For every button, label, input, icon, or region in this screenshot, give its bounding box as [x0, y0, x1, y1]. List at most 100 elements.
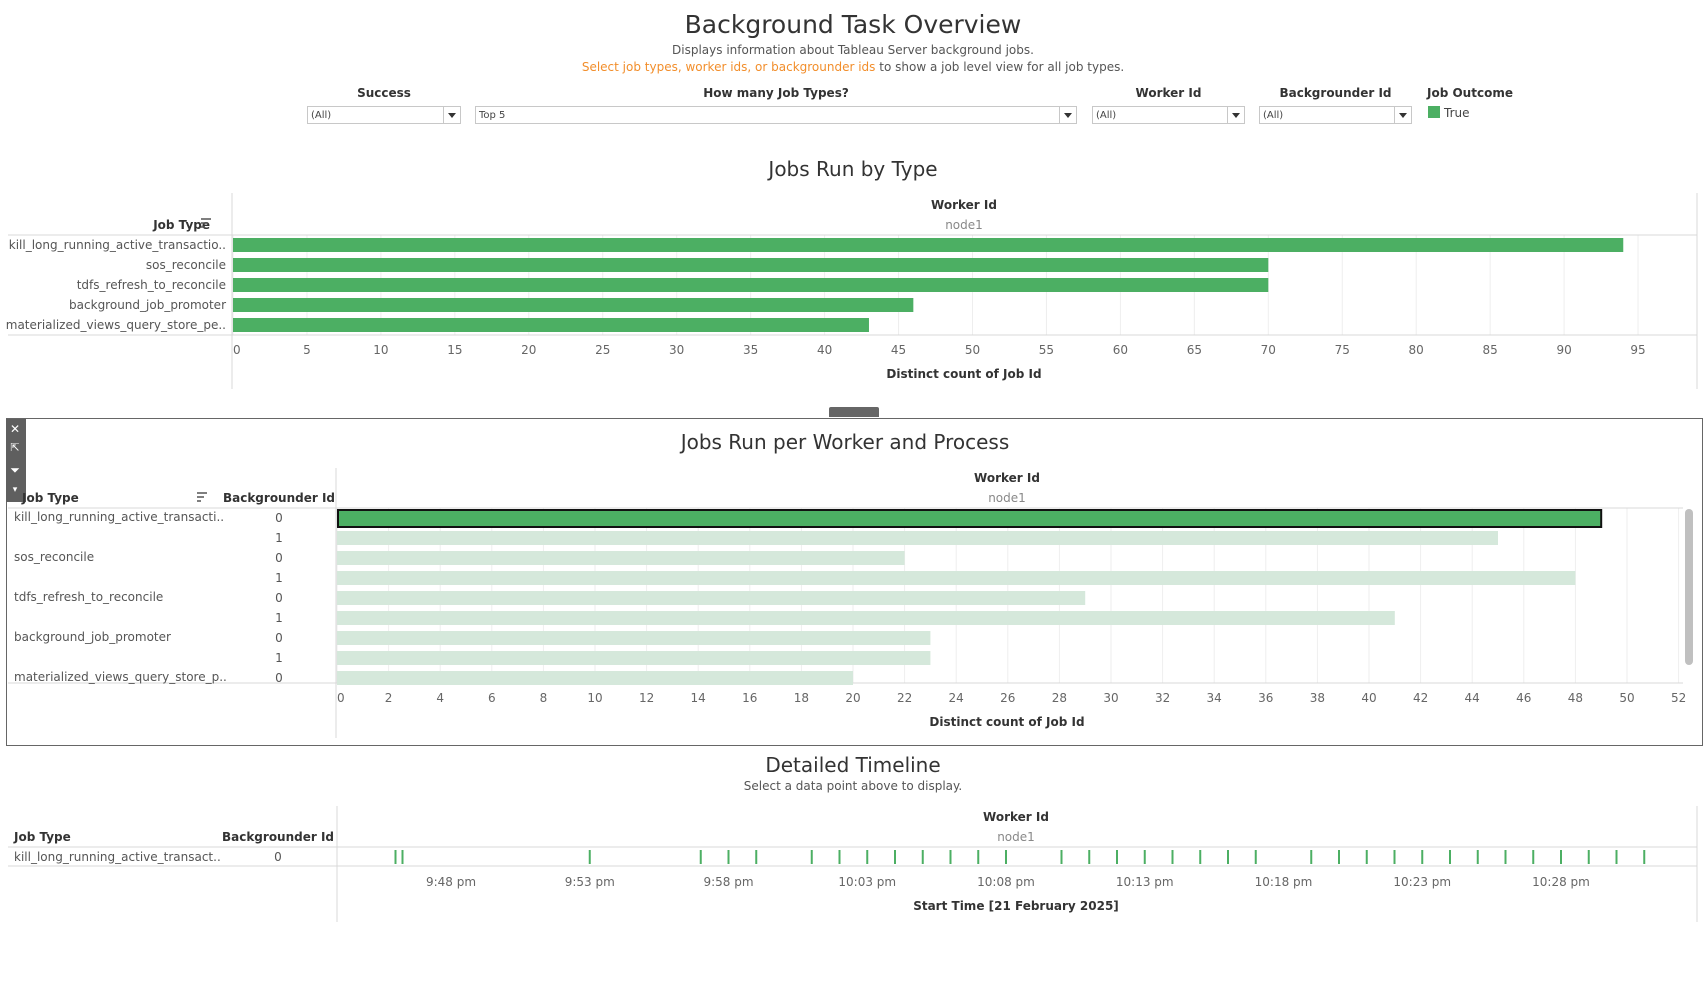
filter-worker-label: Worker Id [1135, 86, 1202, 100]
tick-label: 10:03 pm [838, 875, 896, 889]
tick-label: 10:28 pm [1532, 875, 1590, 889]
tick-label: 40 [1361, 691, 1376, 705]
bar [233, 298, 914, 312]
tick-label: 20 [845, 691, 860, 705]
bar [337, 651, 931, 665]
tick-label: 22 [897, 691, 912, 705]
row-label: tdfs_refresh_to_reconcile [14, 590, 163, 604]
tick-label: 28 [1052, 691, 1067, 705]
row-label: materialized_views_query_store_pe.. [6, 318, 226, 332]
bar [337, 551, 905, 565]
tick-label: 12 [639, 691, 654, 705]
tick-label: 24 [949, 691, 964, 705]
row-header: Job Type [13, 830, 71, 844]
chevron-down-icon [1059, 107, 1076, 123]
bar [233, 318, 869, 332]
filter-jobtypes-dropdown[interactable]: Top 5 [475, 106, 1077, 124]
tick-label: 14 [691, 691, 706, 705]
column-header: Worker Id [974, 471, 1040, 485]
column-header: Worker Id [931, 198, 997, 212]
chart3-title: Detailed Timeline [765, 753, 941, 777]
scrollbar[interactable] [1685, 509, 1693, 665]
legend-item-true[interactable]: True [1428, 106, 1470, 120]
jobs-by-type-chart: Job Type Worker Id node1 kill_long_running_… [6, 193, 1698, 389]
filter-worker-dropdown[interactable]: (All) [1092, 106, 1245, 124]
tick-label: 35 [743, 343, 758, 357]
filter-jobtypes-value: Top 5 [479, 110, 506, 121]
column-value: node1 [945, 218, 983, 232]
tick-label: 10 [373, 343, 388, 357]
tick-label: 55 [1039, 343, 1054, 357]
bar [337, 531, 1498, 545]
bar [233, 258, 1269, 272]
backgrounder-label: 1 [275, 571, 283, 585]
tick-label: 80 [1409, 343, 1424, 357]
backgrounder-label: 1 [275, 651, 283, 665]
filter-worker-value: (All) [1096, 110, 1117, 121]
resize-handle[interactable] [829, 407, 879, 417]
filter-success-value: (All) [311, 110, 332, 121]
tick-label: 15 [447, 343, 462, 357]
row-label: kill_long_running_active_transactio.. [9, 238, 226, 252]
tick-label: 46 [1516, 691, 1531, 705]
filter-jobtypes-label: How many Job Types? [703, 86, 849, 100]
tick-label: 10:08 pm [977, 875, 1035, 889]
tick-label: 10:23 pm [1393, 875, 1451, 889]
tick-label: 9:48 pm [426, 875, 476, 889]
tick-label: 52 [1671, 691, 1686, 705]
row-label: tdfs_refresh_to_reconcile [77, 278, 226, 292]
row-header: Job Type [152, 218, 210, 232]
tick-label: 20 [521, 343, 536, 357]
hint-link[interactable]: Select job types, worker ids, or backgro… [582, 60, 876, 74]
backgrounder-label: 0 [275, 591, 283, 605]
chart1-title: Jobs Run by Type [768, 157, 938, 181]
bar [337, 631, 931, 645]
row-header-2: Backgrounder Id [223, 491, 335, 505]
bar [233, 238, 1624, 252]
tick-label: 0 [233, 343, 241, 357]
tick-label: 36 [1258, 691, 1273, 705]
sort-icon [197, 492, 207, 502]
jobs-per-worker-chart: Job Type Backgrounder Id Worker Id node1 kil… [8, 468, 1686, 738]
tick-label: 8 [540, 691, 548, 705]
chart3-subtitle: Select a data point above to display. [743, 779, 963, 793]
tick-label: 10:18 pm [1255, 875, 1313, 889]
chart2-title: Jobs Run per Worker and Process [680, 430, 1010, 454]
tick-label: 50 [1619, 691, 1634, 705]
bar [337, 671, 853, 685]
filter-success-dropdown[interactable]: (All) [307, 106, 461, 124]
row-label: kill_long_running_active_transact.. [14, 850, 221, 864]
x-axis-title: Distinct count of Job Id [929, 715, 1084, 729]
tick-label: 5 [303, 343, 311, 357]
column-value: node1 [988, 491, 1026, 505]
row-label: background_job_promoter [69, 298, 226, 312]
tick-label: 10 [587, 691, 602, 705]
tick-label: 70 [1261, 343, 1276, 357]
filter-backgrounder-label: Backgrounder Id [1279, 86, 1392, 100]
backgrounder-label: 0 [274, 850, 282, 864]
legend-label: True [1444, 106, 1470, 120]
filter-backgrounder-value: (All) [1263, 110, 1284, 121]
tick-label: 6 [488, 691, 496, 705]
backgrounder-label: 0 [275, 511, 283, 525]
tick-label: 16 [742, 691, 757, 705]
row-label: materialized_views_query_store_p.. [14, 670, 227, 684]
bar [337, 611, 1395, 625]
backgrounder-label: 0 [275, 671, 283, 685]
tick-label: 38 [1310, 691, 1325, 705]
legend-title: Job Outcome [1427, 86, 1513, 100]
tick-label: 95 [1630, 343, 1645, 357]
tick-label: 30 [669, 343, 684, 357]
bar [337, 591, 1086, 605]
dashboard-subtitle: Displays information about Tableau Serve… [672, 43, 1034, 57]
legend-swatch [1428, 106, 1440, 118]
filter-backgrounder-dropdown[interactable]: (All) [1259, 106, 1412, 124]
tick-label: 9:58 pm [703, 875, 753, 889]
column-header: Worker Id [983, 810, 1049, 824]
tick-label: 4 [436, 691, 444, 705]
tick-label: 10:13 pm [1116, 875, 1174, 889]
hint-text: to show a job level view for all job typ… [875, 60, 1125, 74]
row-label: background_job_promoter [14, 630, 171, 644]
tick-label: 25 [595, 343, 610, 357]
tick-label: 42 [1413, 691, 1428, 705]
